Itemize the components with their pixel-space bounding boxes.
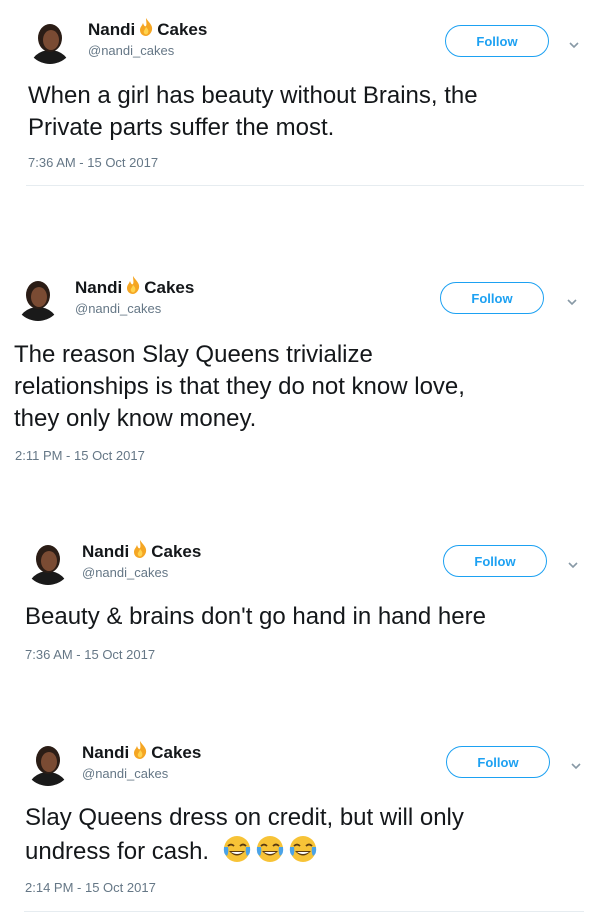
follow-button[interactable]: Follow [446, 746, 550, 778]
timestamp[interactable]: 2:14 PM - 15 Oct 2017 [25, 880, 156, 895]
tweet-4: Nandi Cakes @nandi_cakes Follow Slay Que… [0, 0, 606, 918]
tweet-text-line: Slay Queens dress on credit, but will on… [25, 804, 464, 831]
fire-icon [130, 740, 150, 765]
face-with-tears-of-joy-icon [288, 834, 318, 873]
chevron-down-icon[interactable] [569, 758, 583, 770]
avatar[interactable] [24, 738, 72, 786]
face-with-tears-of-joy-icon [255, 834, 285, 873]
divider [24, 911, 584, 912]
face-with-tears-of-joy-icon [222, 834, 252, 873]
display-name[interactable]: Nandi Cakes [82, 740, 201, 765]
handle[interactable]: @nandi_cakes [82, 766, 168, 781]
name-second: Cakes [151, 742, 202, 762]
tweet-text-line: undress for cash. [25, 838, 210, 865]
tweet-text-line-with-emoji: undress for cash. [25, 834, 321, 873]
name-first: Nandi [82, 742, 130, 762]
